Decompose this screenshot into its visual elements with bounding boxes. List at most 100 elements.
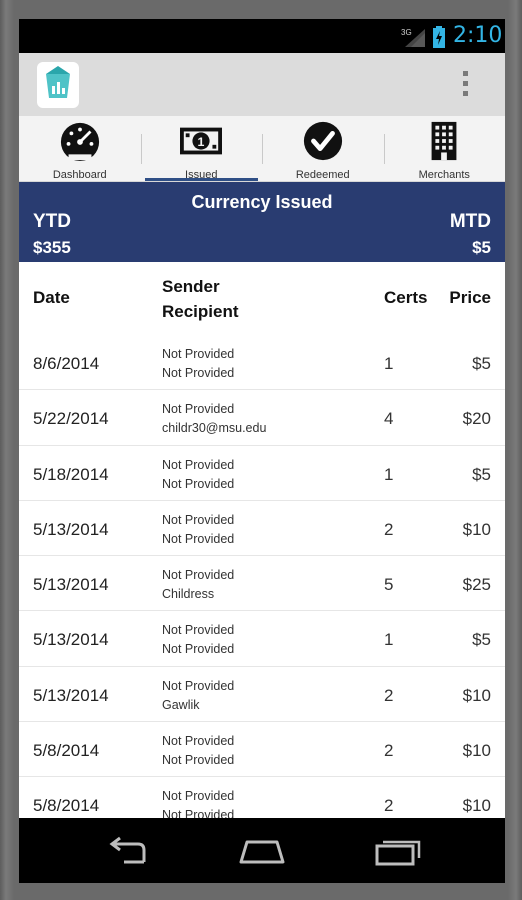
row-sender-recipient: Not Provided Not Provided bbox=[162, 511, 234, 549]
tab-issued[interactable]: 1 Issued bbox=[140, 116, 263, 181]
tab-label: Issued bbox=[185, 169, 218, 181]
row-price: $5 bbox=[472, 354, 491, 373]
row-price: $5 bbox=[472, 630, 491, 650]
table-row[interactable]: 5/8/2014 Not Provided Not Provided 2 $10 bbox=[19, 722, 505, 778]
svg-text:1: 1 bbox=[198, 135, 205, 149]
header-recipient: Recipient bbox=[162, 302, 239, 321]
row-recipient: Gawlik bbox=[162, 697, 200, 712]
issued-table[interactable]: Date Sender Recipient Certs Price 8/6/20… bbox=[19, 262, 505, 818]
device-frame: 3G 2:10 Dashboard 1 Issued Redeemed Merc… bbox=[0, 0, 522, 900]
table-row[interactable]: 5/13/2014 Not Provided Gawlik 2 $10 bbox=[19, 667, 505, 723]
row-sender: Not Provided bbox=[162, 734, 235, 749]
row-certs: 1 bbox=[384, 630, 394, 650]
row-price: $5 bbox=[472, 464, 491, 484]
clock: 2:10 bbox=[453, 23, 503, 48]
row-sender: Not Provided bbox=[162, 347, 235, 361]
tab-label: Dashboard bbox=[52, 169, 107, 181]
row-recipient: childr30@msu.edu bbox=[162, 421, 267, 436]
row-sender: Not Provided bbox=[162, 568, 235, 583]
row-date: 8/6/2014 bbox=[33, 354, 100, 373]
row-certs: 4 bbox=[384, 409, 394, 429]
table-row[interactable]: 5/8/2014 Not Provided Not Provided 2 $10 bbox=[19, 777, 505, 818]
row-sender: Not Provided bbox=[162, 678, 235, 693]
tab-label: Redeemed bbox=[295, 169, 350, 181]
row-recipient: Not Provided bbox=[162, 753, 235, 768]
row-sender-recipient: Not Provided childr30@msu.edu bbox=[162, 400, 266, 438]
mtd-label: MTD bbox=[449, 211, 491, 232]
row-date: 5/22/2014 bbox=[33, 409, 109, 429]
row-sender-recipient: Not Provided Not Provided bbox=[162, 621, 234, 659]
header-certs: Certs bbox=[384, 288, 428, 307]
network-type: 3G bbox=[401, 28, 412, 37]
overflow-menu-icon[interactable] bbox=[461, 71, 469, 101]
row-sender-recipient: Not Provided Childress bbox=[162, 566, 234, 604]
ytd-value: $355 bbox=[33, 238, 71, 257]
mtd-value: $5 bbox=[472, 238, 491, 257]
tab-dashboard[interactable]: Dashboard bbox=[19, 116, 141, 181]
system-nav-bar bbox=[19, 818, 505, 883]
row-sender: Not Provided bbox=[162, 789, 235, 804]
row-recipient: Not Provided bbox=[162, 531, 235, 546]
row-price: $10 bbox=[462, 741, 491, 761]
row-recipient: Not Provided bbox=[162, 366, 235, 380]
tab-redeemed[interactable]: Redeemed bbox=[262, 116, 384, 181]
tab-label: Merchants bbox=[418, 169, 470, 181]
row-certs: 1 bbox=[384, 354, 394, 373]
back-icon[interactable] bbox=[104, 836, 154, 866]
header-date: Date bbox=[33, 288, 70, 307]
row-recipient: Not Provided bbox=[162, 476, 235, 491]
header-price: Price bbox=[449, 288, 491, 307]
row-date: 5/8/2014 bbox=[33, 796, 100, 816]
row-sender: Not Provided bbox=[162, 402, 235, 417]
table-row[interactable]: 5/13/2014 Not Provided Childress 5 $25 bbox=[19, 556, 505, 612]
row-recipient: Not Provided bbox=[162, 642, 235, 657]
row-date: 5/13/2014 bbox=[33, 575, 109, 595]
row-date: 5/8/2014 bbox=[33, 741, 100, 761]
device-screen: 3G 2:10 Dashboard 1 Issued Redeemed Merc… bbox=[19, 19, 505, 883]
table-row[interactable]: 5/22/2014 Not Provided childr30@msu.edu … bbox=[19, 390, 505, 446]
tab-bar: Dashboard 1 Issued Redeemed Merchants bbox=[19, 116, 505, 182]
row-sender-recipient: Not Provided Not Provided bbox=[162, 456, 234, 494]
row-certs: 1 bbox=[384, 464, 394, 484]
app-logo-icon[interactable] bbox=[37, 62, 79, 108]
row-sender-recipient: Not Provided Not Provided bbox=[162, 787, 234, 818]
table-row[interactable]: 5/13/2014 Not Provided Not Provided 1 $5 bbox=[19, 611, 505, 667]
table-row[interactable]: 5/13/2014 Not Provided Not Provided 2 $1… bbox=[19, 501, 505, 557]
action-bar bbox=[19, 53, 505, 116]
row-sender-recipient: Not Provided Not Provided bbox=[162, 732, 234, 770]
row-price: $25 bbox=[462, 575, 491, 595]
row-date: 5/13/2014 bbox=[33, 519, 109, 539]
summary-banner: Currency Issued YTD $355 MTD $5 bbox=[19, 182, 505, 262]
row-price: $10 bbox=[462, 796, 491, 816]
table-header: Date Sender Recipient Certs Price bbox=[19, 262, 505, 335]
row-certs: 2 bbox=[384, 796, 394, 816]
header-sender: Sender bbox=[162, 277, 220, 296]
header-sender-recipient: Sender Recipient bbox=[162, 274, 239, 324]
speedometer-icon bbox=[60, 122, 99, 162]
row-price: $20 bbox=[462, 409, 491, 429]
checkmark-circle-icon bbox=[303, 121, 342, 161]
row-certs: 2 bbox=[384, 519, 394, 539]
row-date: 5/13/2014 bbox=[33, 630, 109, 650]
row-sender-recipient: Not Provided Not Provided bbox=[162, 345, 234, 383]
row-certs: 2 bbox=[384, 685, 394, 705]
row-certs: 2 bbox=[384, 741, 394, 761]
row-price: $10 bbox=[462, 685, 491, 705]
row-recipient: Not Provided bbox=[162, 808, 235, 818]
row-date: 5/13/2014 bbox=[33, 685, 109, 705]
table-row[interactable]: 8/6/2014 Not Provided Not Provided 1 $5 bbox=[19, 335, 505, 391]
row-date: 5/18/2014 bbox=[33, 464, 109, 484]
row-sender: Not Provided bbox=[162, 457, 235, 472]
recent-apps-icon[interactable] bbox=[373, 836, 423, 866]
home-icon[interactable] bbox=[237, 836, 287, 866]
signal-icon: 3G bbox=[401, 28, 425, 47]
building-icon bbox=[431, 121, 457, 161]
ytd-label: YTD bbox=[33, 211, 71, 232]
status-bar: 3G 2:10 bbox=[19, 19, 505, 53]
table-row[interactable]: 5/18/2014 Not Provided Not Provided 1 $5 bbox=[19, 446, 505, 501]
row-price: $10 bbox=[462, 519, 491, 539]
tab-merchants[interactable]: Merchants bbox=[383, 116, 506, 181]
banner-title: Currency Issued bbox=[191, 192, 333, 212]
row-recipient: Childress bbox=[162, 587, 215, 602]
battery-charging-icon bbox=[433, 26, 445, 48]
